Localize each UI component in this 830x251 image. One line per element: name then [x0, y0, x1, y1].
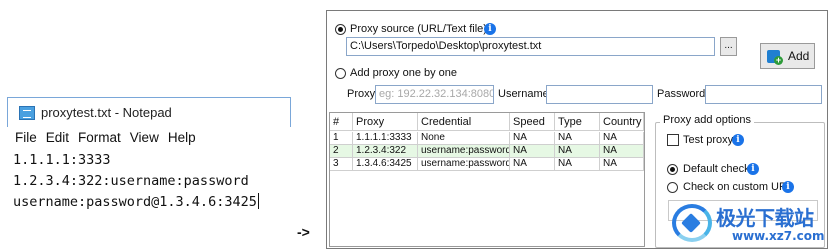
col-header-speed[interactable]: Speed [510, 113, 555, 131]
add-button-label: Add [788, 49, 810, 63]
proxy-placeholder: eg: 192.22.32.134:8080 [379, 88, 494, 100]
table-row[interactable]: 1 1.1.1.1:3333 None NA NA NA [330, 132, 644, 145]
proxy-label: Proxy: [347, 88, 379, 100]
menu-edit[interactable]: Edit [46, 127, 69, 149]
table-row[interactable]: 3 1.3.4.6:3425 username:password NA NA N… [330, 158, 644, 171]
username-label: Username: [498, 88, 552, 100]
watermark-url: www.xz7.com [732, 229, 825, 243]
proxy-input[interactable]: eg: 192.22.32.134:8080 [375, 85, 494, 104]
proxy-add-options-title: Proxy add options [660, 114, 755, 126]
test-proxy-checkbox[interactable] [667, 134, 679, 146]
col-header-credential[interactable]: Credential [418, 113, 510, 131]
table-cell: NA [510, 132, 555, 145]
table-cell: 1 [330, 132, 353, 145]
table-cell: None [418, 132, 510, 145]
info-icon[interactable]: i [732, 134, 744, 146]
table-cell: 2 [330, 145, 353, 158]
menu-file[interactable]: File [15, 127, 37, 149]
table-cell: 1.1.1.1:3333 [353, 132, 418, 145]
menu-format[interactable]: Format [78, 127, 121, 149]
proxy-table: # Proxy Credential Speed Type Country 1 … [329, 112, 645, 247]
menu-view[interactable]: View [130, 127, 159, 149]
table-cell: NA [555, 158, 600, 171]
notepad-line-text: username:password@1.3.4.6:3425 [13, 194, 257, 210]
table-cell: NA [555, 145, 600, 158]
table-cell: NA [555, 132, 600, 145]
col-header-proxy[interactable]: Proxy [353, 113, 418, 131]
table-cell: NA [600, 145, 644, 158]
proxy-source-radio[interactable] [335, 24, 346, 35]
table-cell: NA [600, 158, 644, 171]
add-one-radio[interactable] [335, 68, 346, 79]
table-cell: NA [510, 145, 555, 158]
add-one-label: Add proxy one by one [350, 67, 458, 79]
info-icon[interactable]: i [484, 23, 496, 35]
table-cell: NA [510, 158, 555, 171]
arrow-label: -> [297, 224, 310, 240]
watermark-name: 极光下载站 [716, 206, 814, 230]
default-check-radio[interactable] [667, 164, 678, 175]
col-header-index[interactable]: # [330, 113, 353, 131]
notepad-line: 1.1.1.1:3333 [13, 152, 111, 168]
table-cell: 3 [330, 158, 353, 171]
table-cell: NA [600, 132, 644, 145]
info-icon[interactable]: i [782, 181, 794, 193]
col-header-type[interactable]: Type [555, 113, 600, 131]
notepad-title-bar: proxytest.txt - Notepad [7, 97, 291, 127]
menu-help[interactable]: Help [168, 127, 196, 149]
col-header-country[interactable]: Country [600, 113, 644, 131]
table-cell: username:password [418, 158, 510, 171]
text-caret [257, 193, 259, 209]
notepad-app-icon [19, 106, 35, 120]
table-cell: 1.2.3.4:322 [353, 145, 418, 158]
custom-url-radio[interactable] [667, 182, 678, 193]
notepad-title: proxytest.txt - Notepad [41, 105, 172, 120]
password-label: Password: [657, 88, 709, 100]
notepad-window: proxytest.txt - Notepad File Edit Format… [7, 97, 291, 237]
notepad-text-area[interactable]: 1.1.1.1:3333 1.2.3.4:322:username:passwo… [7, 150, 291, 234]
table-row[interactable]: 2 1.2.3.4:322 username:password NA NA NA [330, 145, 644, 158]
username-input[interactable] [546, 85, 653, 104]
table-cell: username:password [418, 145, 510, 158]
notepad-line: 1.2.3.4:322:username:password [13, 173, 249, 189]
password-input[interactable] [705, 85, 822, 104]
info-icon[interactable]: i [747, 163, 759, 175]
test-proxy-label: Test proxy [683, 134, 734, 146]
proxy-source-label: Proxy source (URL/Text file) [350, 23, 487, 35]
plus-icon: + [774, 55, 783, 65]
table-cell: 1.3.4.6:3425 [353, 158, 418, 171]
custom-url-label: Check on custom URL [683, 181, 794, 193]
default-check-label: Default check [683, 163, 750, 175]
proxy-file-path-input[interactable]: C:\Users\Torpedo\Desktop\proxytest.txt [346, 37, 715, 56]
watermark-logo-icon [672, 204, 712, 242]
table-header-row: # Proxy Credential Speed Type Country [330, 113, 644, 131]
notepad-line: username:password@1.3.4.6:3425 [13, 192, 291, 213]
notepad-menu-bar: File Edit Format View Help [7, 127, 291, 149]
browse-button[interactable]: ... [720, 37, 737, 56]
site-watermark: 极光下载站 www.xz7.com [672, 200, 828, 248]
add-button[interactable]: + Add [760, 43, 815, 69]
